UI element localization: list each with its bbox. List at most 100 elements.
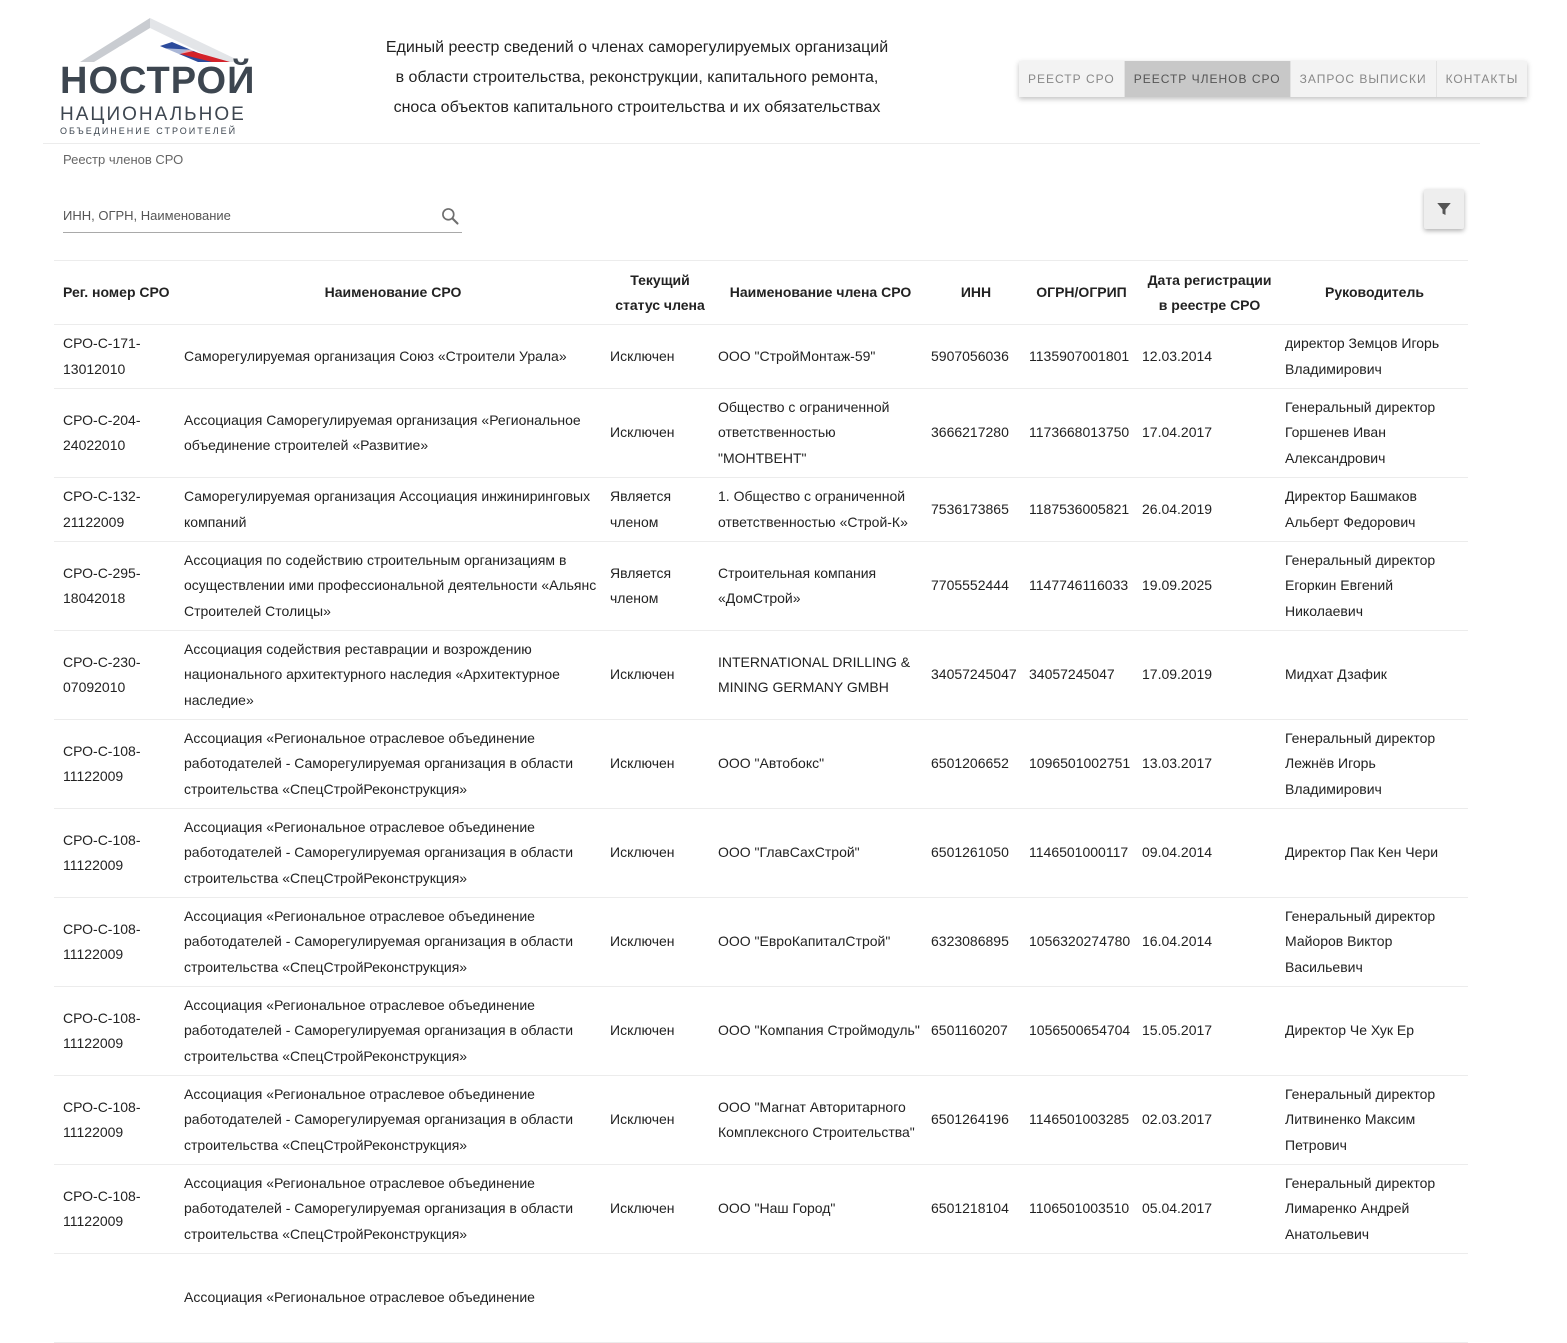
cell-sro-name: Саморегулируемая организация Союз «Строи… xyxy=(180,324,606,389)
cell-registration-date: 17.04.2017 xyxy=(1138,388,1281,478)
logo-roof-graphic xyxy=(80,18,242,62)
table-row[interactable]: СРО-С-108-11122009 Ассоциация «Региональ… xyxy=(54,808,1468,898)
cell-inn: 6501264196 xyxy=(927,1075,1025,1165)
cell-inn: 6501160207 xyxy=(927,986,1025,1076)
cell-inn: 34057245047 xyxy=(927,630,1025,720)
cell-member-name: ООО "ЕвроКапиталСтрой" xyxy=(714,897,927,987)
cell-status xyxy=(606,1253,714,1343)
top-navigation: РЕЕСТР СРО РЕЕСТР ЧЛЕНОВ СРО ЗАПРОС ВЫПИ… xyxy=(1019,61,1528,97)
cell-reg-number: СРО-С-230-07092010 xyxy=(54,630,180,720)
cell-director: Директор Че Хук Ер xyxy=(1281,986,1468,1076)
table-row[interactable]: Ассоциация «Региональное отраслевое объе… xyxy=(54,1253,1468,1343)
logo-brand-text: НОСТРОЙ xyxy=(60,60,256,102)
search-icon[interactable] xyxy=(440,206,460,226)
cell-member-name: ООО "ГлавСахСтрой" xyxy=(714,808,927,898)
filter-button[interactable] xyxy=(1424,189,1464,229)
search-input[interactable] xyxy=(63,200,423,230)
cell-director: директор Земцов Игорь Владимирович xyxy=(1281,324,1468,389)
cell-sro-name: Ассоциация «Региональное отраслевое объе… xyxy=(180,1253,606,1343)
cell-member-name xyxy=(714,1253,927,1343)
nav-extract-request[interactable]: ЗАПРОС ВЫПИСКИ xyxy=(1291,61,1437,97)
table-row[interactable]: СРО-С-171-13012010 Саморегулируемая орга… xyxy=(54,324,1468,389)
column-header-member-name[interactable]: Наименование члена СРО xyxy=(714,260,927,325)
cell-registration-date: 12.03.2014 xyxy=(1138,324,1281,389)
cell-registration-date: 13.03.2017 xyxy=(1138,719,1281,809)
nav-sro-members-registry[interactable]: РЕЕСТР ЧЛЕНОВ СРО xyxy=(1124,61,1291,97)
column-header-status[interactable]: Текущий статус члена xyxy=(606,260,714,325)
cell-sro-name: Ассоциация по содействию строительным ор… xyxy=(180,541,606,631)
column-header-ogrn[interactable]: ОГРН/ОГРИП xyxy=(1025,260,1138,325)
cell-member-name: ООО "СтройМонтаж-59" xyxy=(714,324,927,389)
cell-reg-number xyxy=(54,1253,180,1343)
cell-registration-date: 09.04.2014 xyxy=(1138,808,1281,898)
column-header-registration-date[interactable]: Дата регистрации в реестре СРО xyxy=(1138,260,1281,325)
cell-director: Генеральный директор Лимаренко Андрей Ан… xyxy=(1281,1164,1468,1254)
cell-ogrn: 1135907001801 xyxy=(1025,324,1138,389)
cell-ogrn: 1146501000117 xyxy=(1025,808,1138,898)
cell-registration-date xyxy=(1138,1253,1281,1343)
table-row[interactable]: СРО-С-108-11122009 Ассоциация «Региональ… xyxy=(54,1164,1468,1254)
header-title-line: в области строительства, реконструкции, … xyxy=(395,69,879,86)
cell-ogrn: 1147746116033 xyxy=(1025,541,1138,631)
cell-inn: 3666217280 xyxy=(927,388,1025,478)
logo-subtitle: НАЦИОНАЛЬНОЕ xyxy=(60,104,246,125)
nostroy-logo[interactable]: НОСТРОЙ НАЦИОНАЛЬНОЕ ОБЪЕДИНЕНИЕ СТРОИТЕ… xyxy=(60,16,254,136)
cell-director: Генеральный директор Горшенев Иван Алекс… xyxy=(1281,388,1468,478)
cell-reg-number: СРО-С-108-11122009 xyxy=(54,897,180,987)
cell-sro-name: Ассоциация «Региональное отраслевое объе… xyxy=(180,986,606,1076)
column-header-reg-number[interactable]: Рег. номер СРО xyxy=(54,260,180,325)
members-table-container: Рег. номер СРО Наименование СРО Текущий … xyxy=(54,260,1468,1343)
members-table: Рег. номер СРО Наименование СРО Текущий … xyxy=(54,260,1468,1343)
table-row[interactable]: СРО-С-108-11122009 Ассоциация «Региональ… xyxy=(54,897,1468,987)
cell-inn: 6323086895 xyxy=(927,897,1025,987)
table-row[interactable]: СРО-С-108-11122009 Ассоциация «Региональ… xyxy=(54,1075,1468,1165)
cell-reg-number: СРО-С-108-11122009 xyxy=(54,986,180,1076)
cell-registration-date: 15.05.2017 xyxy=(1138,986,1281,1076)
cell-registration-date: 16.04.2014 xyxy=(1138,897,1281,987)
cell-reg-number: СРО-С-108-11122009 xyxy=(54,1075,180,1165)
cell-reg-number: СРО-С-171-13012010 xyxy=(54,324,180,389)
table-row[interactable]: СРО-С-108-11122009 Ассоциация «Региональ… xyxy=(54,986,1468,1076)
search-field xyxy=(63,200,462,233)
cell-sro-name: Саморегулируемая организация Ассоциация … xyxy=(180,477,606,542)
column-header-inn[interactable]: ИНН xyxy=(927,260,1025,325)
nav-sro-registry[interactable]: РЕЕСТР СРО xyxy=(1019,61,1125,97)
cell-status: Исключен xyxy=(606,897,714,987)
cell-registration-date: 26.04.2019 xyxy=(1138,477,1281,542)
cell-member-name: 1. Общество с ограниченной ответственнос… xyxy=(714,477,927,542)
nav-contacts[interactable]: КОНТАКТЫ xyxy=(1437,61,1528,97)
header-divider xyxy=(43,143,1480,144)
cell-ogrn xyxy=(1025,1253,1138,1343)
cell-sro-name: Ассоциация «Региональное отраслевое объе… xyxy=(180,897,606,987)
table-row[interactable]: СРО-С-230-07092010 Ассоциация содействия… xyxy=(54,630,1468,720)
cell-sro-name: Ассоциация «Региональное отраслевое объе… xyxy=(180,808,606,898)
cell-status: Исключен xyxy=(606,630,714,720)
table-row[interactable]: СРО-С-132-21122009 Саморегулируемая орга… xyxy=(54,477,1468,542)
cell-status: Исключен xyxy=(606,719,714,809)
cell-inn: 6501261050 xyxy=(927,808,1025,898)
cell-registration-date: 19.09.2025 xyxy=(1138,541,1281,631)
cell-sro-name: Ассоциация «Региональное отраслевое объе… xyxy=(180,1164,606,1254)
cell-member-name: Общество с ограниченной ответственностью… xyxy=(714,388,927,478)
column-header-director[interactable]: Руководитель xyxy=(1281,260,1468,325)
cell-ogrn: 34057245047 xyxy=(1025,630,1138,720)
cell-sro-name: Ассоциация «Региональное отраслевое объе… xyxy=(180,1075,606,1165)
cell-inn: 5907056036 xyxy=(927,324,1025,389)
breadcrumb[interactable]: Реестр членов СРО xyxy=(63,152,183,167)
column-header-sro-name[interactable]: Наименование СРО xyxy=(180,260,606,325)
table-row[interactable]: СРО-С-108-11122009 Ассоциация «Региональ… xyxy=(54,719,1468,809)
cell-inn xyxy=(927,1253,1025,1343)
cell-director: Директор Башмаков Альберт Федорович xyxy=(1281,477,1468,542)
cell-director: Мидхат Дзафик xyxy=(1281,630,1468,720)
cell-director: Генеральный директор Литвиненко Максим П… xyxy=(1281,1075,1468,1165)
cell-reg-number: СРО-С-204-24022010 xyxy=(54,388,180,478)
table-row[interactable]: СРО-С-295-18042018 Ассоциация по содейст… xyxy=(54,541,1468,631)
filter-icon xyxy=(1437,203,1451,215)
cell-ogrn: 1056320274780 xyxy=(1025,897,1138,987)
cell-status: Является членом xyxy=(606,541,714,631)
table-row[interactable]: СРО-С-204-24022010 Ассоциация Саморегули… xyxy=(54,388,1468,478)
cell-member-name: ООО "Компания Строймодуль" xyxy=(714,986,927,1076)
cell-registration-date: 02.03.2017 xyxy=(1138,1075,1281,1165)
cell-reg-number: СРО-С-132-21122009 xyxy=(54,477,180,542)
cell-status: Исключен xyxy=(606,808,714,898)
